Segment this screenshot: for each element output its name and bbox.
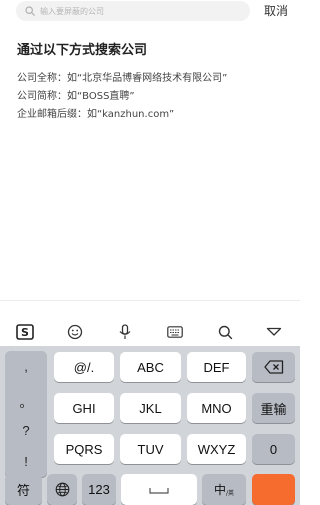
search-box[interactable] [16,1,250,21]
guide-line-full-name: 公司全称：如“北京华品博睿网络技术有限公司” [17,73,228,84]
search-input[interactable] [40,1,240,21]
globe-icon [55,482,69,497]
punctuation-period[interactable]: 。 [5,392,47,411]
key-abc[interactable]: ABC [120,352,181,382]
space-button[interactable] [121,474,197,505]
key-at-slash-dot[interactable]: @/. [54,352,114,382]
key-label: GHI [72,400,96,416]
microphone-icon[interactable] [115,322,135,342]
cancel-button[interactable]: 取消 [264,2,288,19]
search-icon[interactable] [215,322,235,342]
search-bar: 取消 [0,0,300,24]
key-mno[interactable]: MNO [187,393,246,423]
guide-title: 通过以下方式搜索公司 [17,43,148,58]
key-tuv[interactable]: TUV [120,434,181,464]
key-label: @/. [73,359,95,375]
key-zero[interactable]: 0 [252,434,295,464]
key-pqrs[interactable]: PQRS [54,434,114,464]
zero-label: 0 [269,441,278,457]
punctuation-exclamation[interactable]: ! [5,454,47,469]
space-icon [149,487,169,494]
collapse-icon[interactable] [264,322,284,342]
ime-toolbar: S [0,318,300,346]
search-guide: 通过以下方式搜索公司 公司全称：如“北京华品博睿网络技术有限公司” 公司简称：如… [17,42,287,124]
key-label: PQRS [65,441,103,457]
key-label: DEF [203,359,230,375]
keyboard: , 。 ? ! @/. ABC DEF GHI JKL MNO 重输 PQRS … [0,346,300,505]
key-def[interactable]: DEF [187,352,246,382]
emoji-icon[interactable] [65,322,85,342]
key-wxyz[interactable]: WXYZ [187,434,246,464]
punctuation-column[interactable]: , 。 ? ! [5,351,47,477]
lang-sub-label: /英 [225,490,235,497]
svg-text:S: S [21,326,29,339]
lang-label: 中 [213,483,226,497]
divider [0,300,300,301]
symbol-label: 符 [16,484,30,499]
guide-line-email-suffix: 企业邮箱后缀：如“kanzhun.com” [17,109,175,120]
guide-line-short-name: 公司简称：如“BOSS直聘” [17,91,135,102]
punctuation-question[interactable]: ? [5,423,47,438]
search-icon [25,6,35,16]
key-label: ABC [137,359,164,375]
key-label: WXYZ [197,441,236,457]
keyboard-icon[interactable] [165,322,185,342]
delete-button[interactable] [252,352,295,382]
numeric-label: 123 [88,482,110,497]
key-jkl[interactable]: JKL [120,393,181,423]
key-ghi[interactable]: GHI [54,393,114,423]
retype-label: 重输 [260,402,287,418]
key-label: TUV [137,441,164,457]
numeric-button[interactable]: 123 [82,474,116,505]
backspace-icon [263,360,283,374]
globe-button[interactable] [47,474,77,505]
key-label: MNO [201,400,232,416]
punctuation-comma[interactable]: , [5,359,47,374]
retype-button[interactable]: 重输 [252,393,295,423]
sogou-logo-icon[interactable]: S [15,322,35,342]
symbol-button[interactable]: 符 [5,474,42,505]
enter-button[interactable] [252,474,295,505]
language-toggle-button[interactable]: 中/英 [202,474,246,505]
key-label: JKL [139,400,162,416]
